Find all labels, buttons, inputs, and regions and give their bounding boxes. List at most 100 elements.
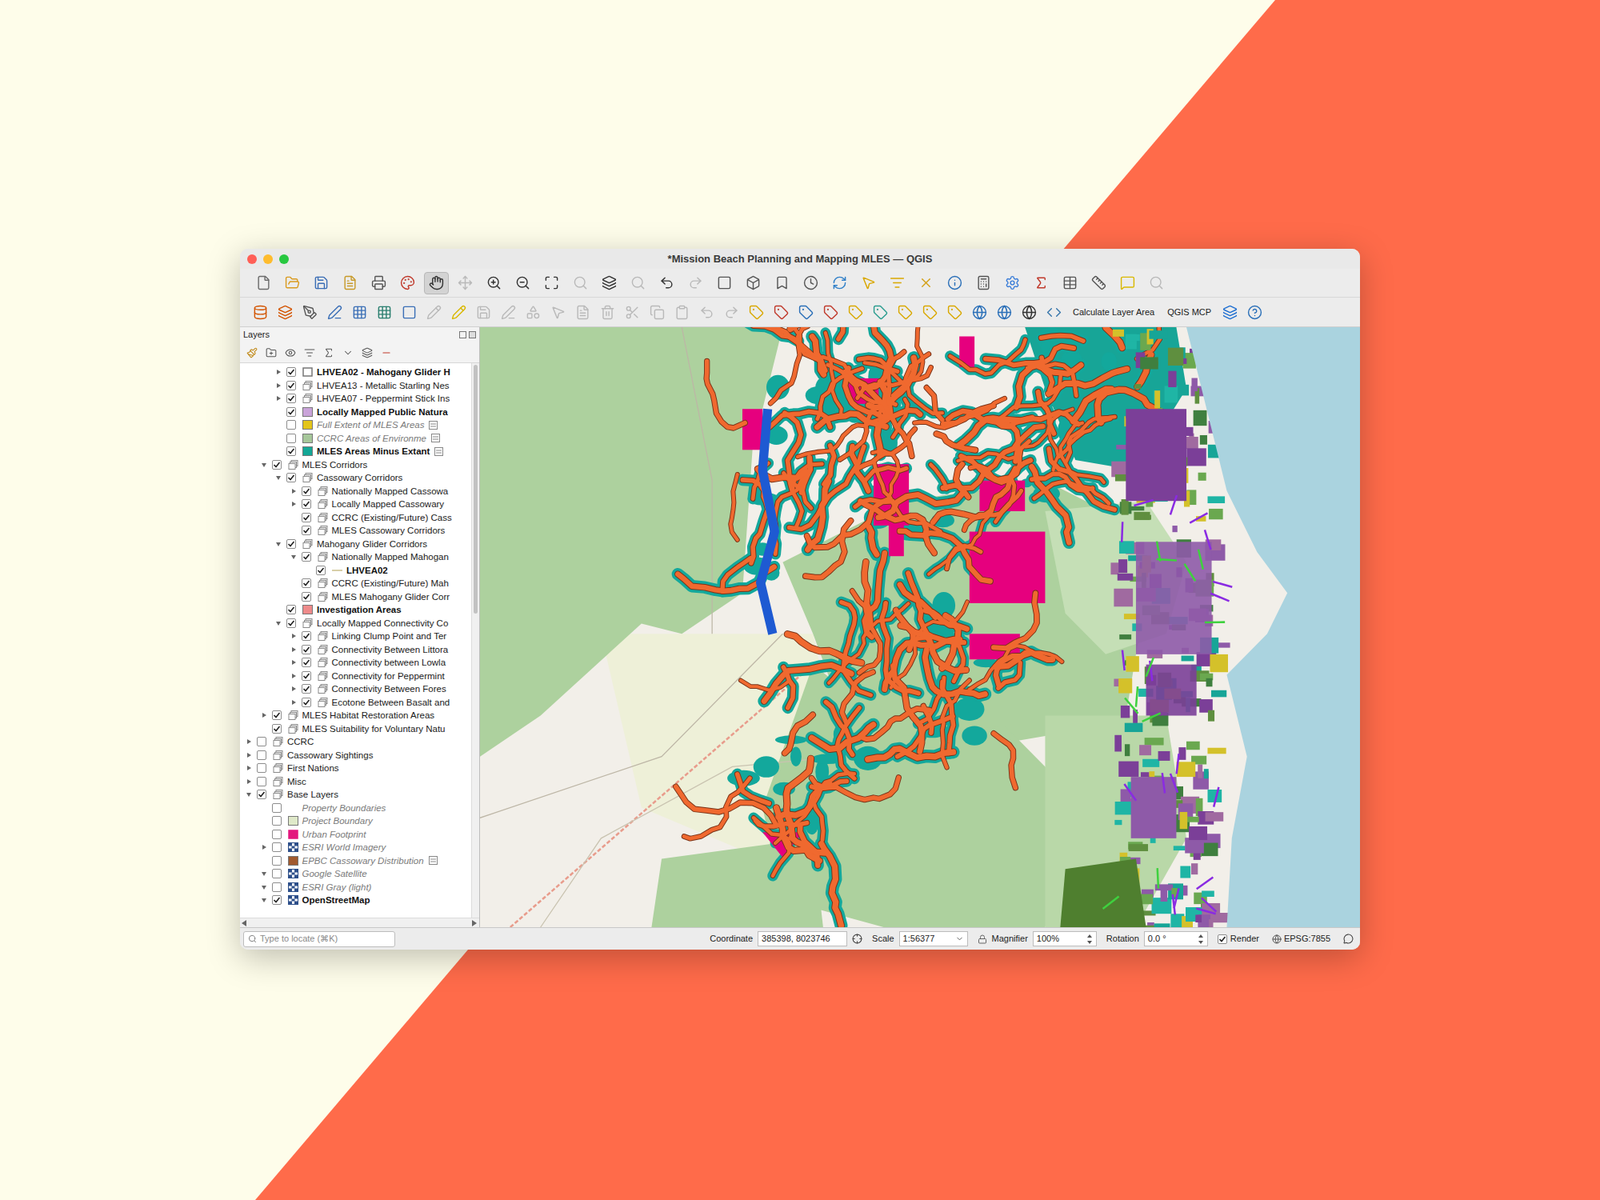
toolbar-button[interactable]: [917, 300, 943, 324]
toolbar-button[interactable]: [694, 300, 720, 324]
expander[interactable]: [288, 657, 300, 668]
expander[interactable]: [258, 882, 270, 892]
layer-row[interactable]: LHVEA07 - Peppermint Stick Ins: [240, 392, 472, 406]
layer-row[interactable]: MLES Cassowary Corridors: [240, 524, 472, 538]
toolbar-button[interactable]: [1242, 300, 1268, 324]
layer-row[interactable]: Connectivity Between Fores: [240, 682, 472, 696]
layer-checkbox[interactable]: [301, 486, 312, 496]
expander[interactable]: [243, 776, 255, 787]
layer-row[interactable]: MLES Suitability for Voluntary Natu: [240, 722, 472, 736]
toolbar-button[interactable]: [992, 300, 1017, 324]
toolbar-button[interactable]: [446, 300, 472, 324]
map-view[interactable]: [480, 327, 1360, 928]
toolbar-button[interactable]: [520, 300, 546, 324]
layer-checkbox[interactable]: [272, 803, 282, 813]
scale-field[interactable]: 1:56377: [899, 931, 968, 947]
layer-row[interactable]: Property Boundaries: [240, 801, 472, 816]
layer-row[interactable]: CCRC: [240, 735, 472, 749]
layer-row[interactable]: Connectivity Between Littora: [240, 643, 472, 657]
toolbar-button[interactable]: [297, 300, 323, 324]
expander[interactable]: [243, 736, 255, 747]
layer-checkbox[interactable]: [256, 776, 267, 787]
layer-checkbox[interactable]: [272, 816, 282, 826]
layer-checkbox[interactable]: [286, 420, 296, 430]
messages-icon[interactable]: [1343, 933, 1354, 944]
layer-checkbox[interactable]: [301, 644, 312, 655]
toolbar-button[interactable]: [595, 300, 620, 324]
toolbar-button[interactable]: [421, 300, 447, 324]
layer-checkbox[interactable]: [272, 868, 282, 879]
toolbar-button[interactable]: [545, 300, 571, 324]
layer-row[interactable]: MLES Corridors: [240, 458, 472, 472]
toolbar-button[interactable]: [856, 272, 881, 295]
layer-row[interactable]: Locally Mapped Public Natura: [240, 405, 472, 420]
layer-row[interactable]: Connectivity for Peppermint: [240, 669, 472, 684]
panel-tool-button[interactable]: [320, 344, 337, 361]
layer-row[interactable]: Ecotone Between Basalt and: [240, 696, 472, 710]
toolbar-button[interactable]: [913, 272, 939, 295]
toolbar-button[interactable]: [769, 272, 795, 295]
layer-checkbox[interactable]: [301, 671, 312, 681]
expander[interactable]: [288, 671, 300, 681]
toolbar-button[interactable]: [1028, 272, 1054, 295]
layer-row[interactable]: CCRC (Existing/Future) Mah: [240, 576, 472, 591]
layer-row[interactable]: Investigation Areas: [240, 603, 472, 617]
layer-row[interactable]: CCRC (Existing/Future) Cass: [240, 511, 472, 525]
panel-tool-button[interactable]: [340, 344, 356, 361]
layer-row[interactable]: Nationally Mapped Cassowa: [240, 484, 472, 499]
toolbar-button[interactable]: [1016, 300, 1042, 324]
layer-row[interactable]: First Nations: [240, 761, 472, 776]
panel-tool-button[interactable]: [263, 344, 280, 361]
toolbar-button[interactable]: [337, 272, 363, 295]
toolbar-button[interactable]: [1000, 272, 1025, 295]
toolbar-button[interactable]: [251, 272, 276, 295]
expander[interactable]: [258, 710, 270, 720]
layer-row[interactable]: Urban Footprint: [240, 828, 472, 842]
scroll-left-icon[interactable]: [241, 920, 248, 927]
layer-row[interactable]: Mahogany Glider Corridors: [240, 537, 472, 552]
layer-row[interactable]: MLES Areas Minus Extant: [240, 444, 472, 459]
expander[interactable]: [272, 539, 284, 549]
layer-checkbox[interactable]: [286, 472, 296, 483]
layer-checkbox[interactable]: [1217, 934, 1228, 944]
toolbar-button[interactable]: [272, 300, 298, 324]
layer-checkbox[interactable]: [301, 499, 312, 509]
toolbar-button[interactable]: [744, 300, 769, 324]
layer-row[interactable]: Cassowary Corridors: [240, 471, 472, 485]
magnifier-field[interactable]: 100%: [1032, 931, 1097, 947]
layer-checkbox[interactable]: [286, 380, 296, 391]
toolbar-button[interactable]: [396, 300, 422, 324]
toolbar-button[interactable]: [719, 300, 744, 324]
layer-checkbox[interactable]: [256, 763, 267, 773]
layer-row[interactable]: LHVEA02: [240, 564, 472, 578]
toolbar-button[interactable]: [568, 272, 593, 295]
expander[interactable]: [243, 750, 255, 760]
toolbar-button[interactable]: [683, 272, 708, 295]
layer-row[interactable]: MLES Mahogany Glider Corr: [240, 590, 472, 604]
layer-checkbox[interactable]: [272, 460, 282, 470]
layer-checkbox[interactable]: [286, 446, 296, 456]
layer-row[interactable]: Connectivity between Lowla: [240, 656, 472, 670]
locator-search[interactable]: Type to locate (⌘K): [243, 931, 396, 948]
expander[interactable]: [288, 552, 300, 562]
toolbar-button[interactable]: [625, 272, 651, 295]
expander[interactable]: [258, 460, 270, 470]
layer-row[interactable]: Linking Clump Point and Ter: [240, 629, 472, 644]
toolbar-button[interactable]: [471, 300, 496, 324]
expander[interactable]: [288, 684, 300, 694]
layer-checkbox[interactable]: [301, 657, 312, 668]
toolbar-button[interactable]: [347, 300, 372, 324]
toolbar-button[interactable]: [884, 272, 910, 295]
layer-checkbox[interactable]: [286, 407, 296, 417]
scroll-right-icon[interactable]: [472, 920, 478, 927]
layer-checkbox[interactable]: [316, 565, 326, 576]
expander[interactable]: [258, 842, 270, 852]
layer-row[interactable]: LHVEA13 - Metallic Starling Nes: [240, 379, 472, 393]
render-toggle[interactable]: Render: [1217, 932, 1260, 946]
rotation-field[interactable]: 0.0 °: [1144, 931, 1208, 947]
panel-tool-button[interactable]: [301, 344, 318, 361]
layer-row[interactable]: Base Layers: [240, 788, 472, 802]
expander[interactable]: [272, 618, 284, 628]
toolbar-button[interactable]: [942, 272, 968, 295]
layer-checkbox[interactable]: [286, 367, 296, 377]
